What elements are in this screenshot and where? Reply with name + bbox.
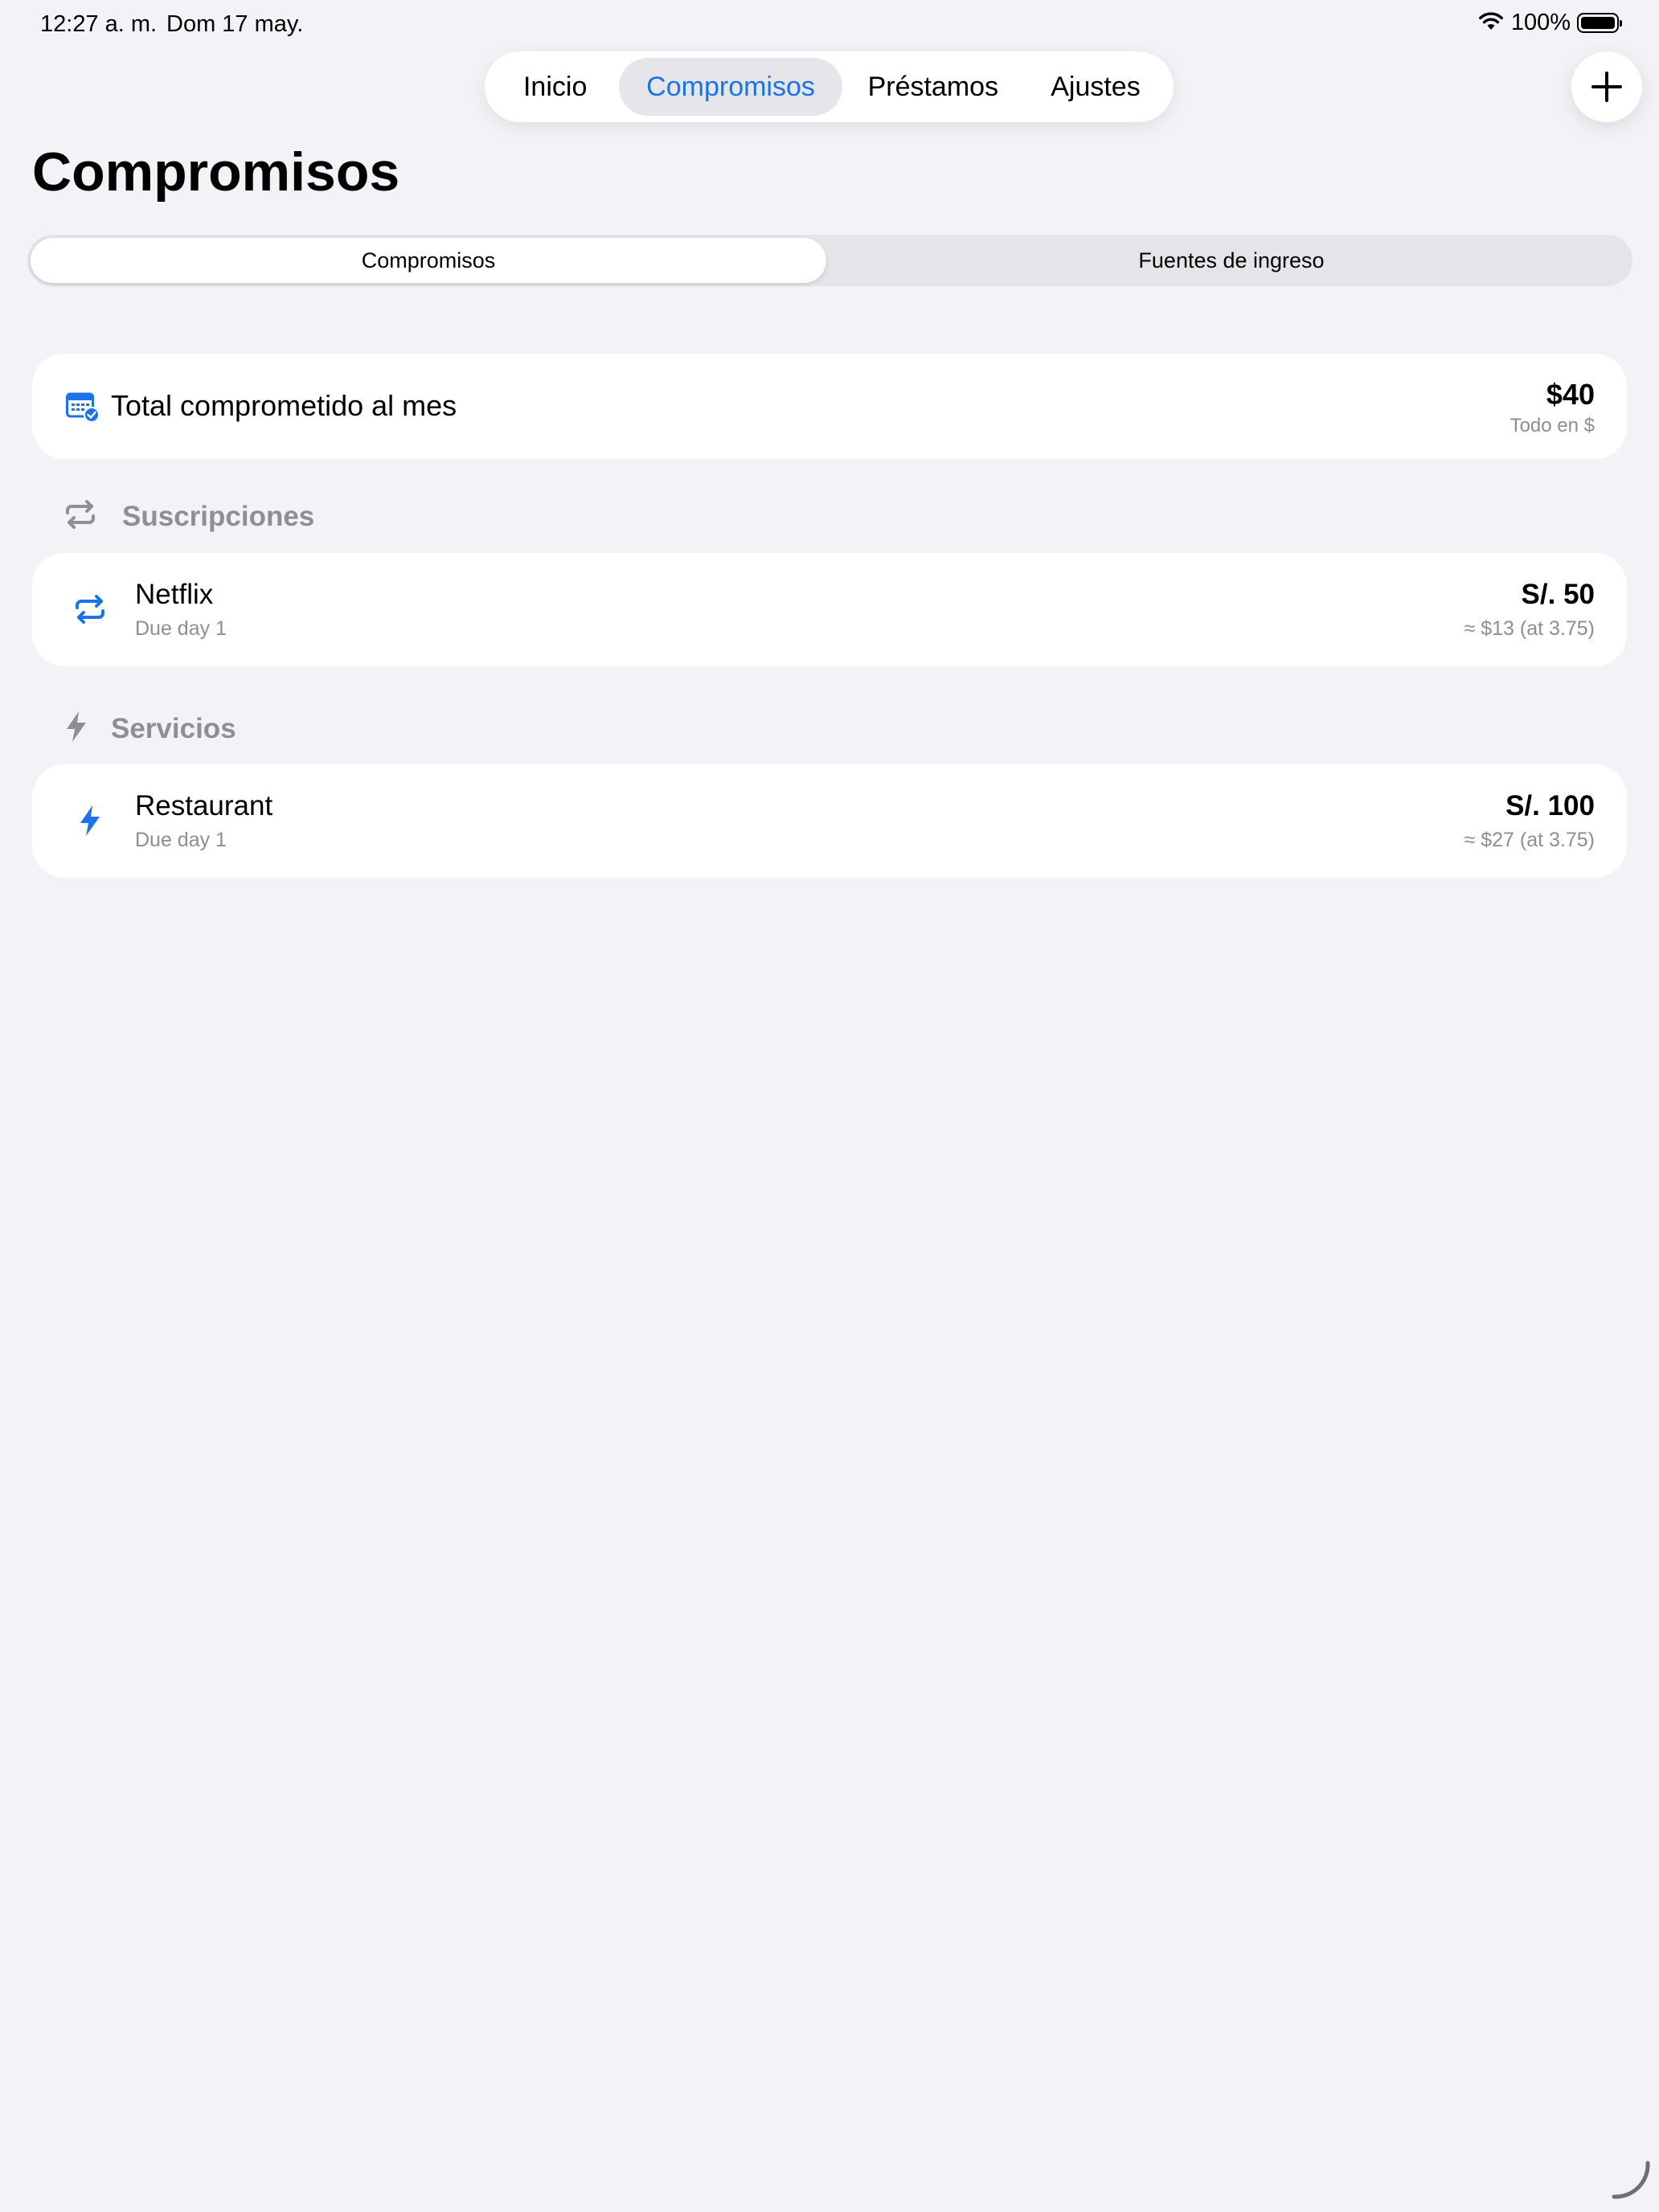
battery-percentage: 100% <box>1510 10 1571 35</box>
item-amount: S/. 100 <box>1505 790 1595 821</box>
list-item-restaurant[interactable]: Restaurant Due day 1 S/. 100 ≈ $27 (at 3… <box>32 764 1627 878</box>
status-time: 12:27 a. m. <box>40 11 158 37</box>
status-indicators: 100% <box>1477 10 1622 36</box>
segment-fuentes-de-ingreso[interactable]: Fuentes de ingreso <box>834 238 1628 283</box>
segmented-control: Compromisos Fuentes de ingreso <box>27 235 1632 286</box>
item-converted-amount: ≈ $27 (at 3.75) <box>1464 829 1595 851</box>
page-title: Compromisos <box>32 141 400 203</box>
tab-prestamos[interactable]: Préstamos <box>842 58 1024 116</box>
repeat-icon <box>64 500 96 533</box>
status-bar: 12:27 a. m. Dom 17 may. 100% <box>0 0 1659 51</box>
item-name: Restaurant <box>135 790 273 821</box>
total-label: Total comprometido al mes <box>111 389 457 422</box>
section-title: Suscripciones <box>122 500 315 532</box>
plus-icon <box>1591 72 1622 102</box>
tab-inicio[interactable]: Inicio <box>491 58 619 116</box>
total-currency-note: Todo en $ <box>1509 415 1595 436</box>
calendar-check-icon <box>66 391 100 427</box>
total-value: $40 <box>1546 378 1595 411</box>
status-date: Dom 17 may. <box>166 11 304 37</box>
item-due-day: Due day 1 <box>135 617 227 640</box>
resize-handle[interactable] <box>1608 2157 1653 2206</box>
item-amount: S/. 50 <box>1521 579 1595 610</box>
bolt-icon <box>64 711 88 747</box>
bolt-icon <box>71 801 109 840</box>
wifi-icon <box>1477 10 1505 35</box>
section-header-suscripciones: Suscripciones <box>64 500 314 533</box>
repeat-icon <box>71 590 109 629</box>
segment-compromisos[interactable]: Compromisos <box>31 238 826 283</box>
item-due-day: Due day 1 <box>135 829 227 851</box>
top-tab-bar: Inicio Compromisos Préstamos Ajustes <box>485 51 1174 122</box>
tab-ajustes[interactable]: Ajustes <box>1024 58 1167 116</box>
tab-compromisos[interactable]: Compromisos <box>619 58 842 116</box>
total-committed-card: Total comprometido al mes $40 Todo en $ <box>32 354 1627 459</box>
section-title: Servicios <box>111 712 236 744</box>
item-name: Netflix <box>135 579 214 610</box>
add-button[interactable] <box>1571 51 1642 122</box>
list-item-netflix[interactable]: Netflix Due day 1 S/. 50 ≈ $13 (at 3.75) <box>32 553 1627 666</box>
item-converted-amount: ≈ $13 (at 3.75) <box>1464 617 1595 640</box>
battery-icon <box>1577 13 1622 33</box>
section-header-servicios: Servicios <box>64 711 236 747</box>
